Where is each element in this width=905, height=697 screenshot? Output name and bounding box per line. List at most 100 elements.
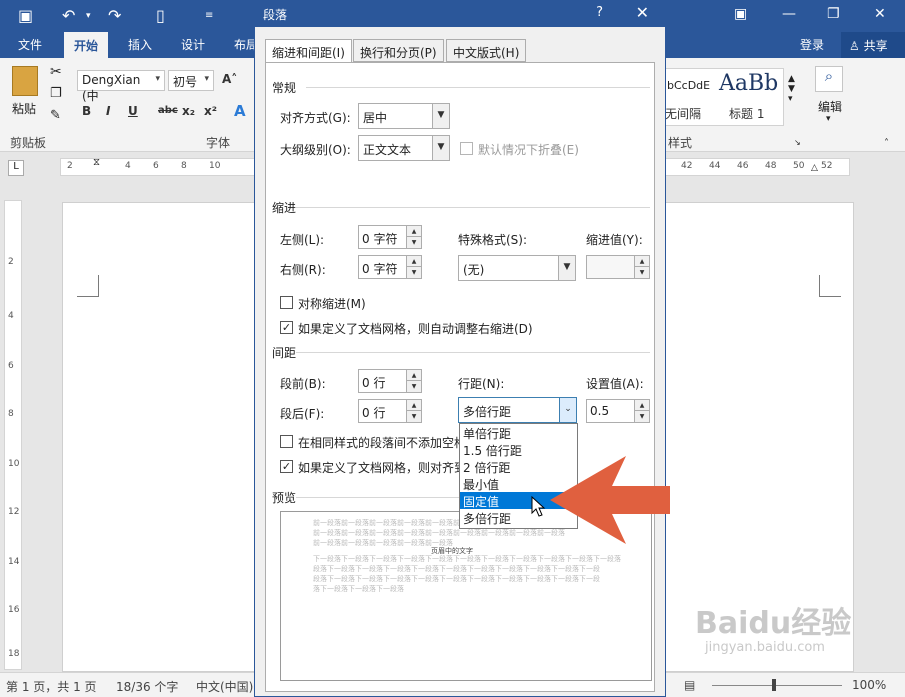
option-single[interactable]: 单倍行距: [460, 424, 577, 441]
zoom-slider-track[interactable]: [712, 685, 842, 686]
chevron-down-icon: ⌄: [559, 398, 576, 422]
spin-down-icon[interactable]: ▼: [406, 267, 421, 278]
ribbon-display-icon[interactable]: ▣: [734, 6, 747, 22]
spin-down-icon[interactable]: ▼: [406, 411, 421, 422]
spin-down-icon[interactable]: ▼: [634, 267, 649, 278]
italic-icon[interactable]: I: [106, 104, 110, 118]
spacing-after-spinner[interactable]: 0 行 ▲ ▼: [358, 399, 422, 423]
status-page[interactable]: 第 1 页，共 1 页: [6, 678, 97, 695]
underline-icon[interactable]: U: [128, 104, 138, 118]
collapse-label: 默认情况下折叠(E): [478, 143, 579, 157]
superscript-icon[interactable]: x²: [204, 104, 217, 118]
undo-dropdown-icon[interactable]: ▾: [86, 11, 91, 21]
style-gallery[interactable]: bCcDdE 无间隔 AaBb 标题 1: [664, 68, 784, 126]
snap-to-grid-checkbox[interactable]: ✓: [280, 460, 293, 473]
collapse-ribbon-icon[interactable]: ˄: [884, 138, 889, 149]
margin-corner: [819, 275, 841, 297]
indent-left-spinner[interactable]: 0 字符 ▲ ▼: [358, 225, 422, 249]
status-language[interactable]: 中文(中国): [196, 678, 253, 695]
chevron-down-icon[interactable]: ▾: [826, 114, 831, 124]
undo-icon[interactable]: ↶: [62, 6, 75, 25]
zoom-slider-thumb[interactable]: [772, 679, 776, 691]
vertical-ruler[interactable]: 2 4 6 8 10 12 14 16 18: [4, 200, 22, 670]
subscript-icon[interactable]: x₂: [182, 104, 195, 118]
style-name-no-spacing[interactable]: 无间隔: [665, 105, 701, 122]
window-close-icon[interactable]: ✕: [874, 6, 886, 22]
spin-up-icon[interactable]: ▲: [634, 400, 649, 411]
font-name-combo[interactable]: DengXian (中 ▾: [77, 70, 165, 103]
section-indentation: 缩进: [272, 201, 297, 215]
divider: [296, 352, 650, 353]
alignment-select[interactable]: 居中 ▼: [358, 103, 450, 129]
style-name-heading1[interactable]: 标题 1: [729, 105, 764, 122]
dialog-close-icon[interactable]: ✕: [636, 3, 649, 22]
paste-label[interactable]: 粘贴: [12, 100, 36, 117]
paste-icon[interactable]: [12, 66, 38, 96]
customize-toolbar-icon[interactable]: ≡: [205, 10, 213, 21]
text-effects-icon[interactable]: A: [234, 102, 246, 120]
indent-by-spinner[interactable]: ▲ ▼: [586, 255, 650, 279]
new-document-icon[interactable]: ▯: [156, 6, 165, 25]
outline-level-select[interactable]: 正文文本 ▼: [358, 135, 450, 161]
style-sample-no-spacing[interactable]: bCcDdE: [667, 79, 710, 92]
tab-file[interactable]: 文件: [18, 36, 42, 53]
special-format-select[interactable]: (无) ▼: [458, 255, 576, 281]
tab-insert[interactable]: 插入: [128, 36, 152, 53]
mirror-indent-checkbox[interactable]: [280, 296, 293, 309]
auto-right-indent-checkbox[interactable]: ✓: [280, 321, 293, 334]
grow-font-icon[interactable]: A˄: [222, 72, 237, 86]
spacing-after-label: 段后(F):: [280, 407, 325, 421]
read-mode-icon[interactable]: ▤: [684, 678, 695, 692]
spin-up-icon[interactable]: ▲: [406, 370, 421, 381]
snap-to-grid-label: 如果定义了文档网格，则对齐到: [298, 461, 467, 475]
spin-up-icon[interactable]: ▲: [406, 400, 421, 411]
right-indent-marker-icon[interactable]: △: [811, 163, 818, 173]
mirror-indent-label: 对称缩进(M): [298, 297, 366, 311]
find-icon[interactable]: ⌕: [815, 66, 843, 92]
maximize-icon[interactable]: ❐: [827, 6, 840, 22]
tab-selector-icon[interactable]: L: [8, 160, 24, 176]
dialog-title-bar: 段落 ? ✕: [255, 1, 665, 27]
spin-down-icon[interactable]: ▼: [406, 381, 421, 392]
save-icon[interactable]: ▣: [18, 6, 33, 25]
font-size-combo[interactable]: 初号 ▾: [168, 70, 214, 91]
spacing-before-label: 段前(B):: [280, 377, 326, 391]
line-spacing-select[interactable]: 多倍行距 ⌄: [458, 397, 577, 423]
tab-design[interactable]: 设计: [181, 36, 205, 53]
tab-asian-typography[interactable]: 中文版式(H): [446, 39, 527, 62]
styles-launcher-icon[interactable]: ↘: [794, 138, 801, 147]
spin-up-icon[interactable]: ▲: [406, 226, 421, 237]
copy-icon[interactable]: ❐: [50, 86, 62, 101]
status-word-count[interactable]: 18/36 个字: [116, 678, 178, 695]
tab-home[interactable]: 开始: [64, 32, 109, 58]
editing-label[interactable]: 编辑: [818, 98, 842, 115]
spin-down-icon[interactable]: ▼: [406, 237, 421, 248]
outline-level-label: 大纲级别(O):: [280, 143, 351, 157]
bold-icon[interactable]: B: [82, 104, 91, 118]
spin-up-icon[interactable]: ▲: [634, 256, 649, 267]
indent-marker-icon[interactable]: ⧖: [93, 157, 100, 168]
strikethrough-icon[interactable]: abc: [158, 105, 178, 116]
annotation-arrow-icon: [550, 456, 670, 544]
collapse-checkbox[interactable]: [460, 142, 473, 155]
format-painter-icon[interactable]: ✎: [50, 108, 61, 123]
minimize-icon[interactable]: —: [782, 6, 796, 22]
cut-icon[interactable]: ✂: [50, 64, 62, 80]
spacing-at-spinner[interactable]: 0.5 ▲ ▼: [586, 399, 650, 423]
no-space-same-style-checkbox[interactable]: [280, 435, 293, 448]
style-sample-heading1[interactable]: AaBb: [719, 71, 778, 96]
tab-line-page-breaks[interactable]: 换行和分页(P): [353, 39, 444, 62]
redo-icon[interactable]: ↷: [108, 6, 121, 25]
tab-indents-spacing[interactable]: 缩进和间距(I): [265, 39, 352, 63]
gallery-scroll-icon[interactable]: ▲ ▼ ▾: [788, 74, 795, 104]
share-button[interactable]: ♙ 共享: [841, 32, 905, 58]
section-general: 常规: [272, 81, 297, 95]
indent-right-spinner[interactable]: 0 字符 ▲ ▼: [358, 255, 422, 279]
spin-down-icon[interactable]: ▼: [634, 411, 649, 422]
spacing-before-spinner[interactable]: 0 行 ▲ ▼: [358, 369, 422, 393]
help-icon[interactable]: ?: [596, 5, 603, 20]
login-link[interactable]: 登录: [800, 36, 824, 53]
alignment-label: 对齐方式(G):: [280, 111, 351, 125]
status-zoom[interactable]: 100%: [852, 678, 886, 692]
spin-up-icon[interactable]: ▲: [406, 256, 421, 267]
